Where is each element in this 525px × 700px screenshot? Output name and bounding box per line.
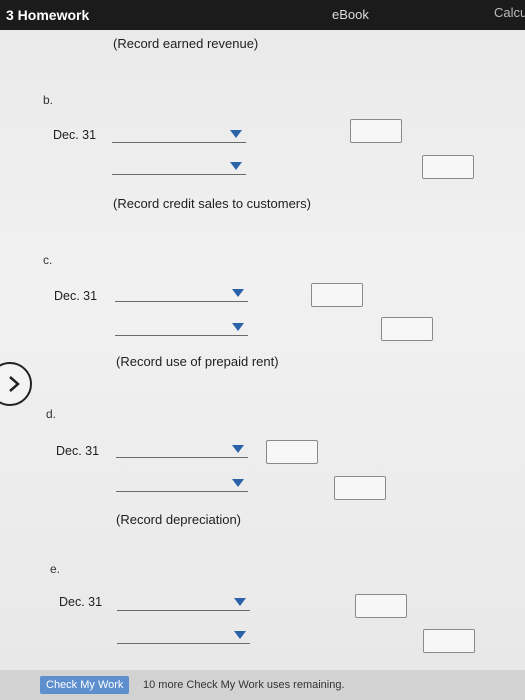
debit-input-d[interactable]	[266, 440, 318, 464]
credit-input-e[interactable]	[423, 629, 475, 653]
credit-input-b[interactable]	[422, 155, 474, 179]
part-letter-c: c.	[43, 253, 53, 267]
chevron-right-icon	[9, 376, 20, 392]
top-bar: 3 Homework eBook Calcu	[0, 0, 525, 30]
journal-entry-area	[0, 30, 525, 670]
ebook-link[interactable]: eBook	[332, 7, 369, 22]
check-my-work-button[interactable]: Check My Work	[40, 676, 130, 694]
account-dropdown-e-credit[interactable]	[117, 627, 250, 644]
caret-down-icon	[234, 598, 246, 606]
account-dropdown-b-credit[interactable]	[112, 158, 246, 175]
calculator-link[interactable]: Calcu	[494, 5, 525, 20]
entry-date-c: Dec. 31	[54, 289, 98, 303]
account-dropdown-d-credit[interactable]	[116, 475, 248, 492]
account-dropdown-b-debit[interactable]	[112, 126, 246, 143]
part-letter-b: b.	[43, 93, 54, 107]
account-dropdown-d-debit[interactable]	[116, 441, 248, 458]
account-dropdown-e-debit[interactable]	[117, 594, 250, 611]
debit-input-c[interactable]	[311, 283, 363, 307]
entry-date-e: Dec. 31	[59, 595, 103, 609]
entry-note-b: (Record credit sales to customers)	[113, 196, 311, 211]
caret-down-icon	[232, 289, 244, 297]
credit-input-c[interactable]	[381, 317, 433, 341]
part-letter-d: d.	[46, 407, 57, 421]
remaining-attempts-text: 10 more Check My Work uses remaining.	[143, 679, 345, 691]
part-letter-e: e.	[50, 562, 61, 576]
entry-note-a: (Record earned revenue)	[113, 36, 259, 51]
caret-down-icon	[232, 323, 244, 331]
debit-input-e[interactable]	[355, 594, 407, 618]
entry-date-d: Dec. 31	[56, 444, 100, 458]
assignment-title: 3 Homework	[6, 7, 90, 23]
caret-down-icon	[230, 130, 242, 138]
debit-input-b[interactable]	[350, 119, 402, 143]
entry-date-b: Dec. 31	[53, 128, 97, 142]
caret-down-icon	[232, 479, 244, 487]
account-dropdown-c-debit[interactable]	[115, 285, 248, 302]
caret-down-icon	[232, 445, 244, 453]
entry-note-d: (Record depreciation)	[116, 512, 242, 527]
credit-input-d[interactable]	[334, 476, 386, 500]
caret-down-icon	[234, 631, 246, 639]
entry-note-c: (Record use of prepaid rent)	[116, 354, 279, 369]
caret-down-icon	[230, 162, 242, 170]
account-dropdown-c-credit[interactable]	[115, 319, 248, 336]
